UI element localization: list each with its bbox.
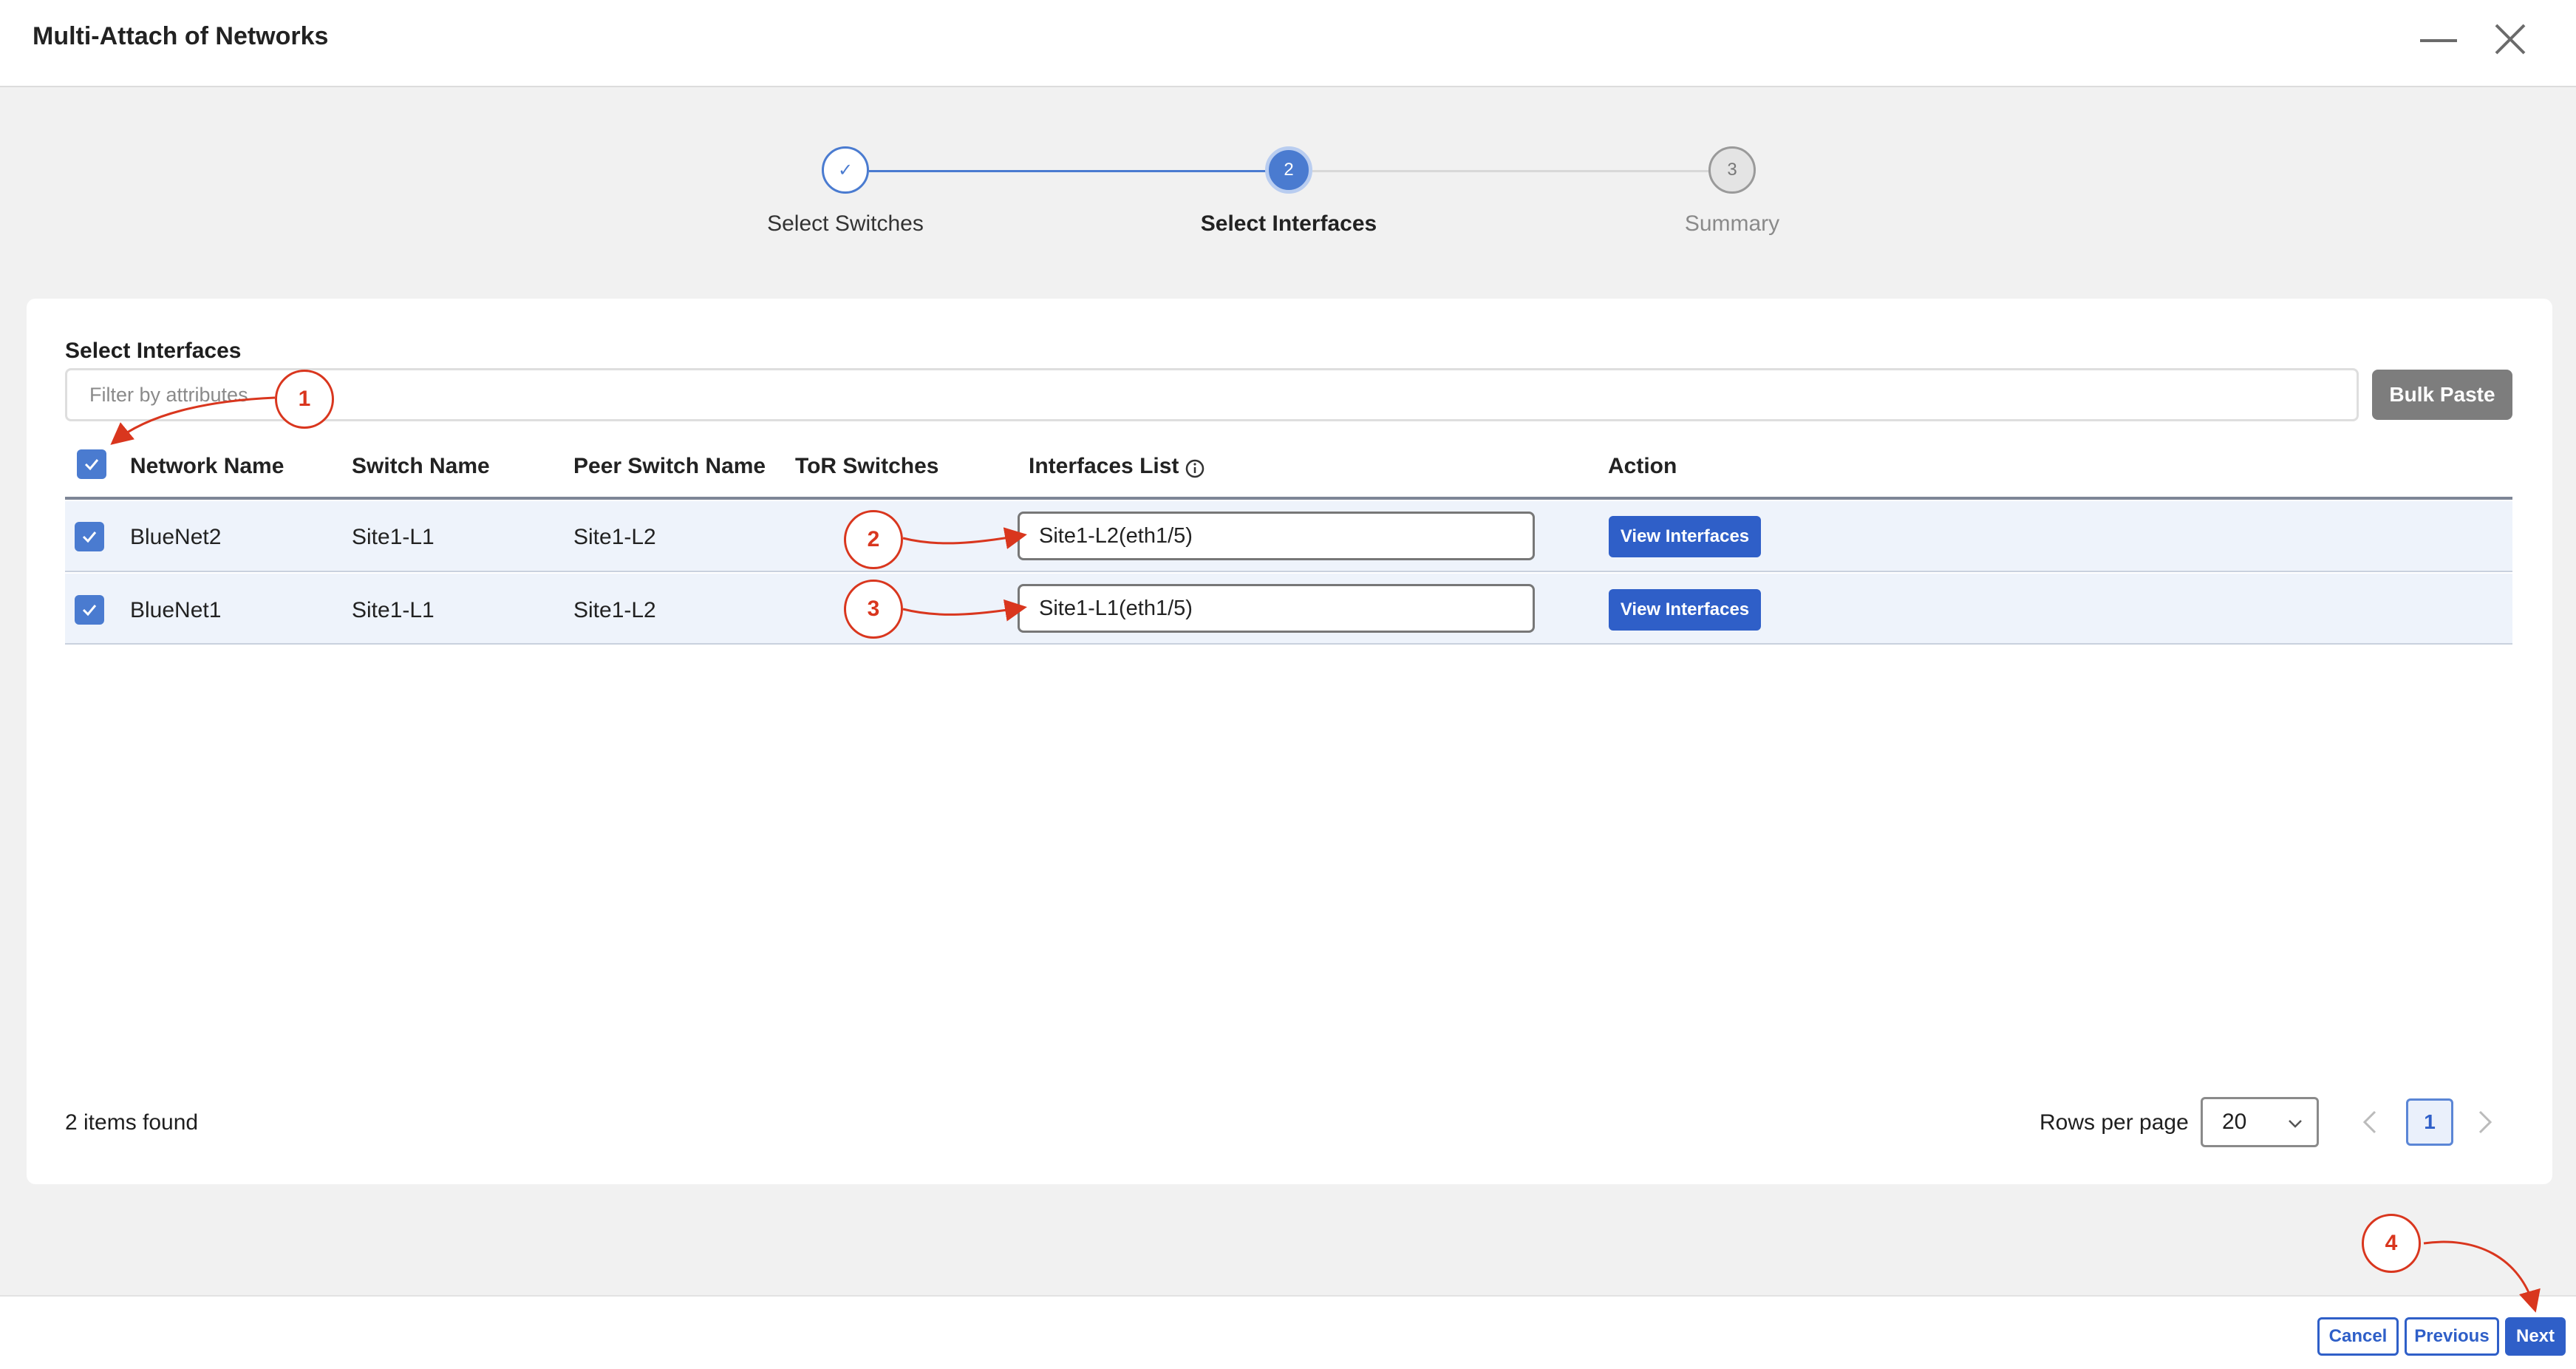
step-1-label: Select Switches	[767, 211, 924, 236]
select-all-checkbox[interactable]	[77, 449, 106, 479]
previous-button[interactable]: Previous	[2405, 1317, 2499, 1356]
chevron-right-icon[interactable]	[2477, 1109, 2493, 1135]
view-interfaces-button[interactable]: View Interfaces	[1609, 589, 1761, 631]
step-2-label: Select Interfaces	[1200, 211, 1377, 236]
step-3-label: Summary	[1684, 211, 1780, 236]
items-found-text: 2 items found	[65, 1110, 199, 1135]
annotation-callout-1: 1	[275, 370, 334, 429]
column-header-action: Action	[1608, 454, 1677, 478]
column-header-network-name: Network Name	[130, 454, 284, 478]
header-divider	[65, 497, 2512, 500]
rows-per-page-value: 20	[2222, 1110, 2247, 1134]
page-number-button[interactable]: 1	[2406, 1098, 2453, 1146]
peer-switch-name-cell: Site1-L2	[573, 598, 656, 622]
filter-input[interactable]	[65, 368, 2359, 421]
annotation-callout-2: 2	[844, 510, 903, 569]
rows-per-page-select[interactable]: 20	[2201, 1097, 2319, 1147]
close-icon[interactable]	[2492, 21, 2529, 58]
chevron-down-icon	[2289, 1120, 2302, 1128]
modal-header: Multi-Attach of Networks	[0, 0, 2576, 87]
column-header-interfaces-list: Interfaces List	[1029, 454, 1179, 478]
annotation-callout-4: 4	[2362, 1214, 2421, 1273]
bulk-paste-button[interactable]: Bulk Paste	[2372, 370, 2512, 420]
row-checkbox[interactable]	[75, 522, 104, 551]
column-header-switch-name: Switch Name	[352, 454, 490, 478]
chevron-left-icon[interactable]	[2362, 1109, 2378, 1135]
network-name-cell: BlueNet1	[130, 598, 222, 622]
column-header-tor-switches: ToR Switches	[795, 454, 939, 478]
step-3-circle: 3	[1708, 146, 1756, 194]
cancel-button[interactable]: Cancel	[2317, 1317, 2399, 1356]
rows-per-page-label: Rows per page	[2040, 1110, 2189, 1135]
column-header-peer-switch-name: Peer Switch Name	[573, 454, 766, 478]
check-icon	[84, 459, 99, 471]
next-button[interactable]: Next	[2505, 1317, 2566, 1356]
check-icon	[82, 605, 97, 616]
interfaces-card	[27, 299, 2552, 1184]
switch-name-cell: Site1-L1	[352, 598, 435, 622]
check-icon	[82, 531, 97, 543]
check-icon: ✓	[837, 160, 853, 180]
stepper-line-upcoming	[1312, 170, 1710, 172]
network-name-cell: BlueNet2	[130, 525, 222, 549]
minimize-icon[interactable]	[2420, 39, 2457, 42]
switch-name-cell: Site1-L1	[352, 525, 435, 549]
row-checkbox[interactable]	[75, 595, 104, 625]
step-1-circle: ✓	[822, 146, 869, 194]
view-interfaces-button[interactable]: View Interfaces	[1609, 516, 1761, 557]
info-icon[interactable]	[1185, 458, 1205, 479]
interfaces-list-input[interactable]	[1018, 512, 1535, 560]
stepper-line-completed	[869, 170, 1267, 172]
peer-switch-name-cell: Site1-L2	[573, 525, 656, 549]
modal-footer	[0, 1295, 2576, 1369]
modal-title: Multi-Attach of Networks	[33, 22, 329, 50]
annotation-callout-3: 3	[844, 580, 903, 639]
step-2-circle: 2	[1265, 146, 1312, 194]
interfaces-list-input[interactable]	[1018, 584, 1535, 633]
section-title: Select Interfaces	[65, 339, 242, 363]
